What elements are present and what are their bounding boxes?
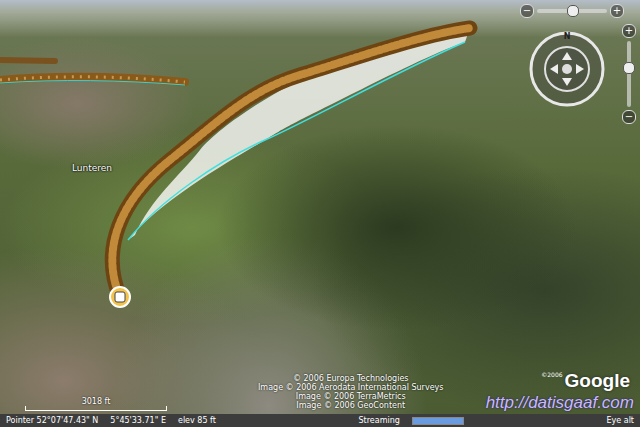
zoom-slider-minus-button[interactable]: − bbox=[622, 110, 636, 124]
zoom-slider: +− bbox=[622, 24, 636, 124]
zoom-slider-knob[interactable] bbox=[623, 62, 635, 74]
tilt-slider-track[interactable] bbox=[537, 9, 607, 13]
place-label: Lunteren bbox=[72, 163, 112, 173]
copyright: © 2006 Europa TechnologiesImage © 2006 A… bbox=[258, 374, 443, 410]
streaming-label: Streaming bbox=[359, 416, 400, 425]
google-earth-window: Lunteren−++−N3018 ft© 2006 Europa Techno… bbox=[0, 0, 640, 427]
watermark: http://datisgaaf.com bbox=[486, 393, 634, 413]
start-marker-icon[interactable] bbox=[110, 287, 130, 307]
tilt-slider-minus-button[interactable]: − bbox=[520, 4, 534, 18]
google-logo: ©2006Google bbox=[541, 370, 630, 392]
streaming-progress bbox=[412, 417, 464, 425]
zoom-slider-plus-button[interactable]: + bbox=[622, 24, 636, 38]
eye-altitude: Eye alt bbox=[606, 416, 634, 425]
pointer-info: elev 85 ft bbox=[178, 416, 216, 425]
copyright-line: Image © 2006 Aerodata International Surv… bbox=[258, 383, 443, 392]
tilt-slider: −+ bbox=[520, 4, 624, 18]
navigation-compass-icon[interactable]: N bbox=[528, 30, 606, 108]
map-view[interactable]: Lunteren−++−N3018 ft© 2006 Europa Techno… bbox=[0, 0, 640, 414]
copyright-line: © 2006 Europa Technologies bbox=[293, 374, 409, 383]
pointer-info: Pointer 52°07'47.43" N bbox=[6, 416, 98, 425]
zoom-slider-track[interactable] bbox=[627, 41, 631, 107]
svg-text:N: N bbox=[564, 32, 571, 41]
tilt-slider-plus-button[interactable]: + bbox=[610, 4, 624, 18]
status-bar: Pointer 52°07'47.43" N 5°45'33.71" E elev … bbox=[0, 414, 640, 427]
scale-bar: 3018 ft bbox=[26, 397, 166, 411]
pointer-info: 5°45'33.71" E bbox=[110, 416, 166, 425]
copyright-line: Image © 2006 TerraMetrics bbox=[296, 392, 406, 401]
copyright-line: Image © 2006 GeoContent bbox=[296, 401, 405, 410]
tilt-slider-knob[interactable] bbox=[567, 5, 579, 17]
